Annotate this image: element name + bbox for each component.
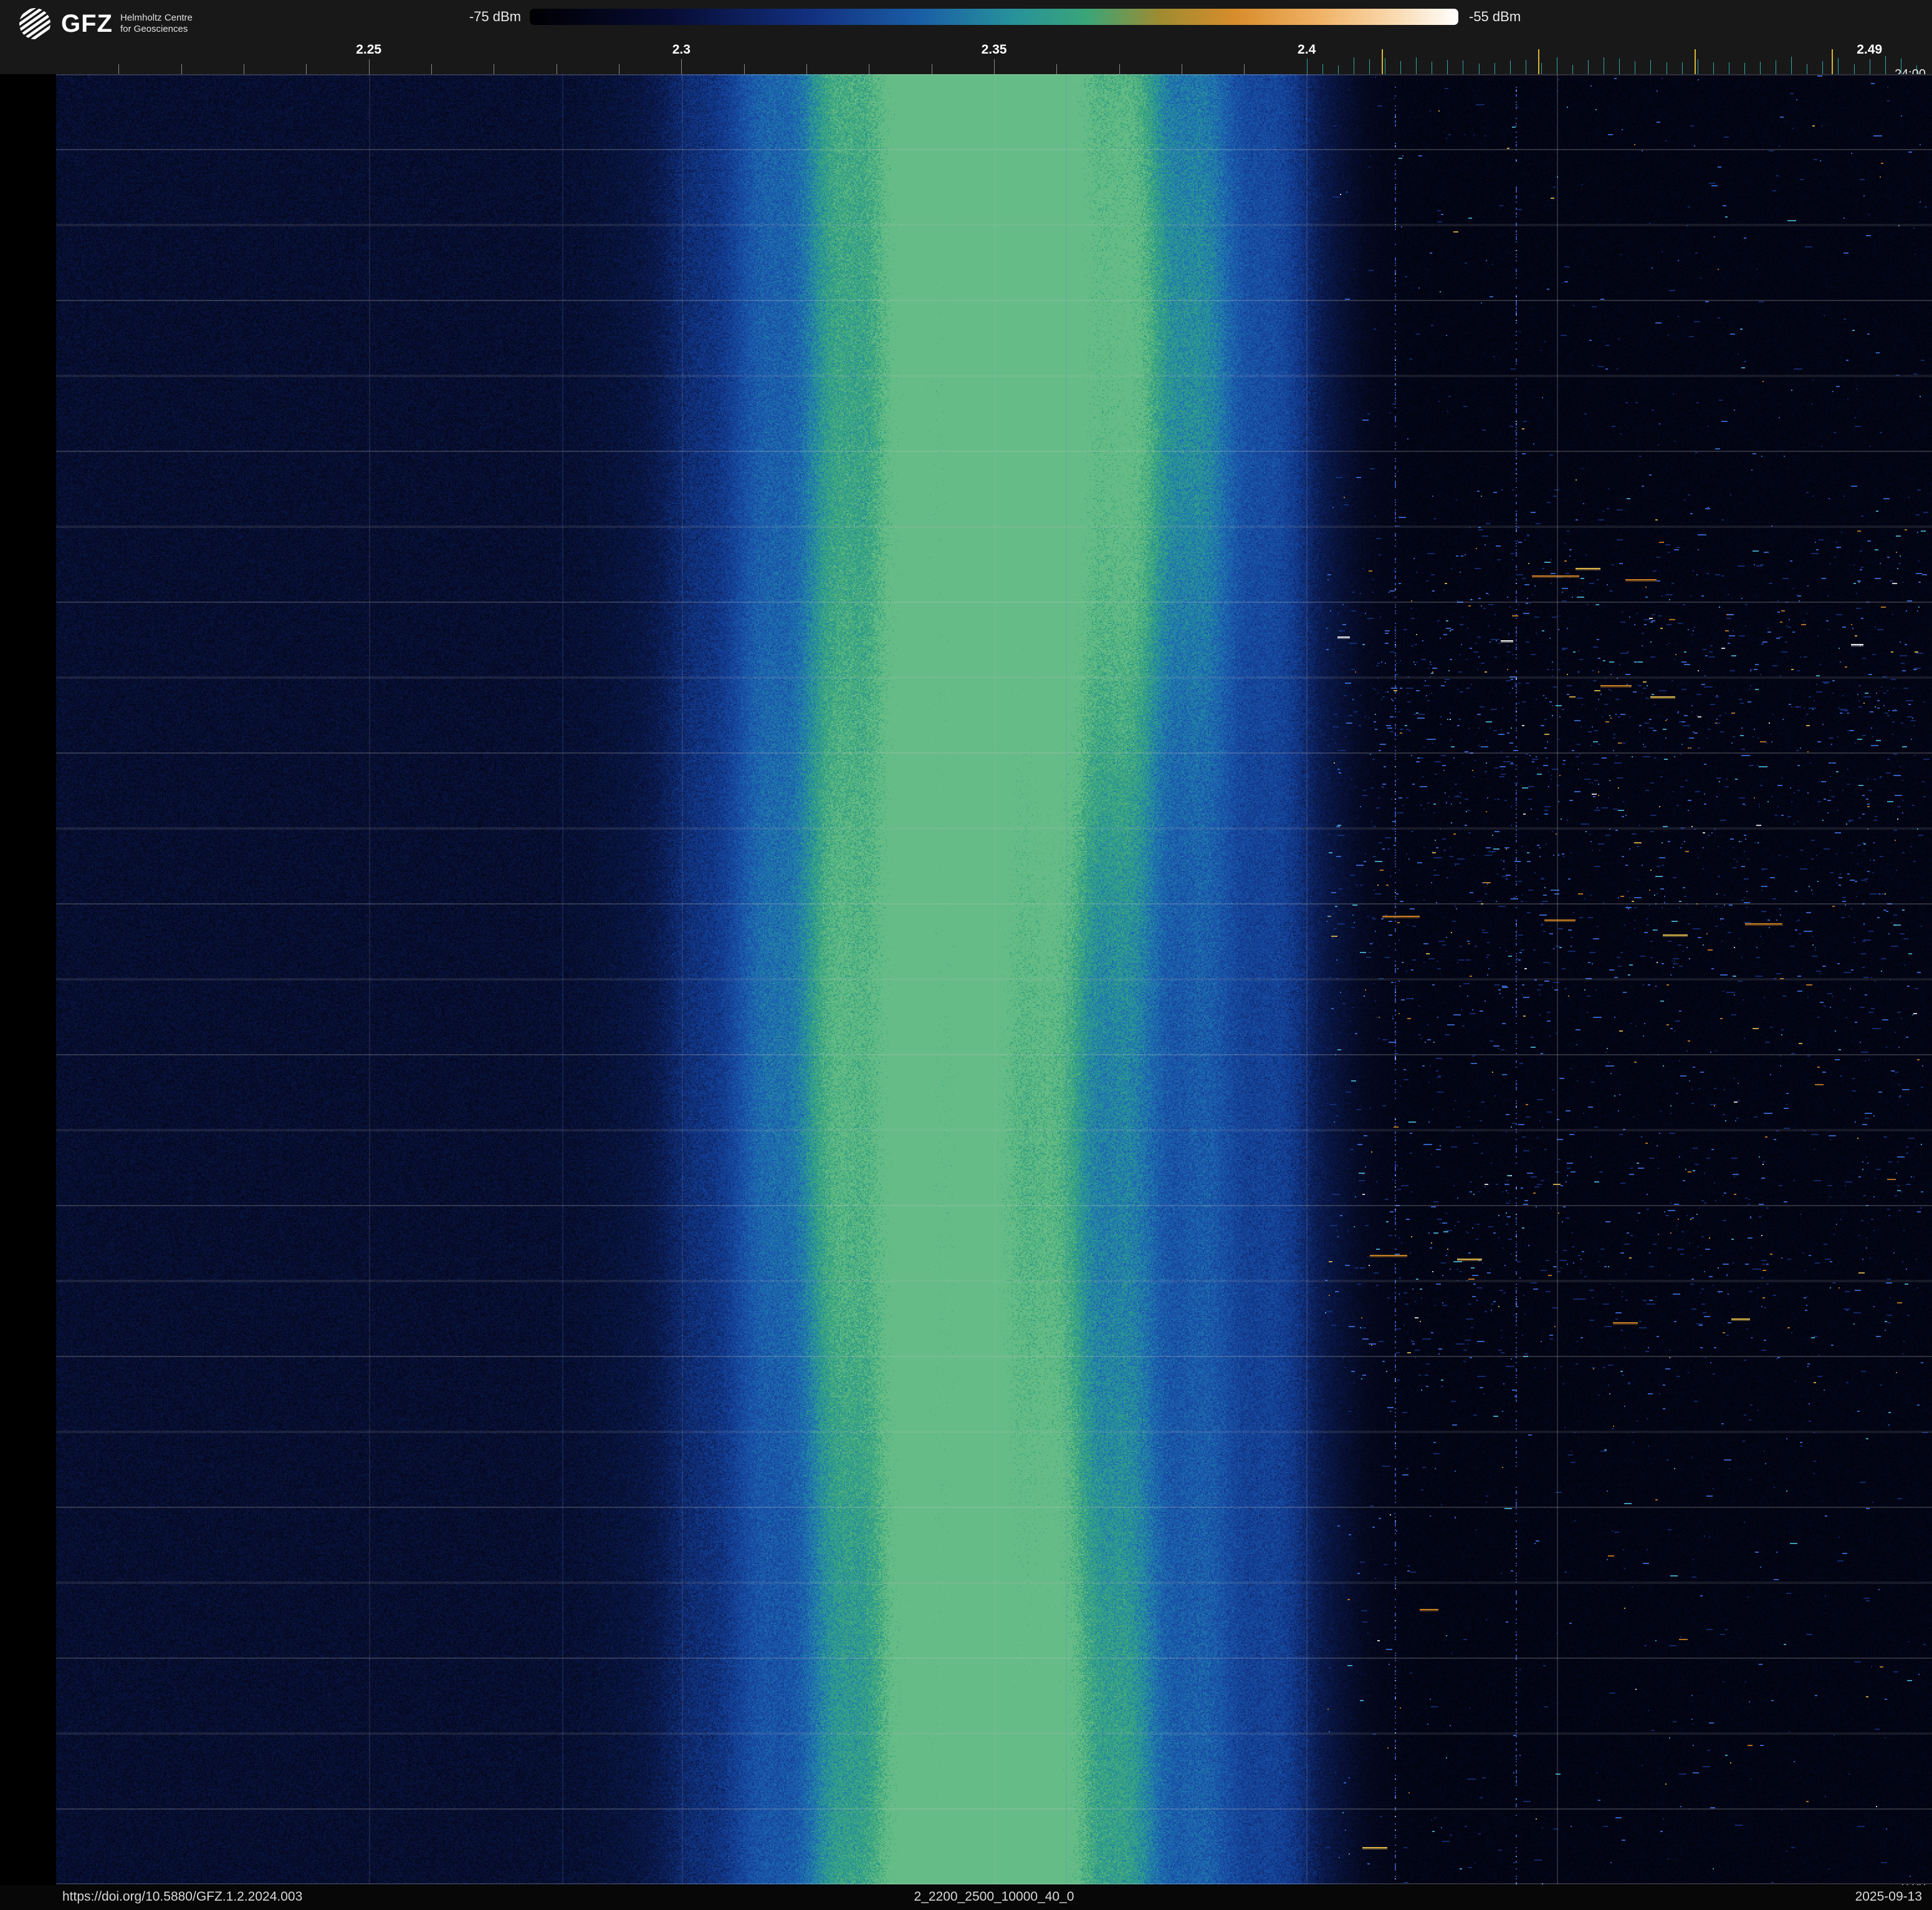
logo-subtitle-line2: for Geosciences [120,24,188,34]
wifi-channel-marker-tick [1538,49,1539,74]
wifi-channel-tick [1494,63,1495,74]
wifi-channel-tick [1760,62,1761,74]
wifi-channel-tick [1713,62,1714,74]
minor-tick [1056,64,1057,74]
freq-tick-label: 2.3 [672,42,691,57]
colorbar-gradient [530,9,1458,25]
freq-tick-label: 2.49 [1857,42,1883,57]
wifi-channel-tick [1588,60,1589,74]
minor-tick [431,64,432,74]
wifi-channel-tick [1369,59,1370,74]
wifi-channel-tick [1322,64,1323,74]
wifi-channel-tick [1682,62,1683,74]
wifi-channel-tick [1744,63,1745,74]
minor-tick [744,64,745,74]
minor-tick [1119,64,1120,74]
wifi-channel-tick [1650,60,1651,74]
freq-tick-label: 2.4 [1298,42,1316,57]
gfz-logo-icon [17,6,52,41]
wifi-channel-marker-tick [1382,49,1383,74]
doi-link[interactable]: https://doi.org/10.5880/GFZ.1.2.2024.003 [62,1885,302,1910]
wifi-channel-marker-tick [1695,49,1696,74]
colorbar-min-label: -75 dBm [469,9,521,24]
wifi-channel-tick [1541,63,1542,74]
wifi-channel-tick [1619,59,1620,74]
wifi-channel-marker-tick [1832,49,1833,74]
freq-tick-label: 2.25 [356,42,382,57]
spectrogram-canvas [56,74,1932,1884]
minor-tick [369,59,370,74]
wifi-channel-tick [1416,57,1417,74]
spectrogram-page: GFZ Helmholtz Centre for Geosciences -75… [0,0,1932,1910]
wifi-channel-tick [1400,61,1401,74]
minor-tick [806,64,807,74]
dataset-filename: 2_2200_2500_10000_40_0 [914,1889,1074,1904]
top-header-bar: GFZ Helmholtz Centre for Geosciences -75… [0,0,1932,74]
wifi-channel-tick [1479,64,1480,74]
wifi-channel-tick [1822,61,1823,74]
minor-tick [181,64,182,74]
minor-tick [994,59,995,74]
logo-subtitle: Helmholtz Centre for Geosciences [120,12,193,35]
freq-tick-label: 2.35 [981,42,1007,57]
logo-wordmark: GFZ [61,9,113,37]
gfz-logo: GFZ Helmholtz Centre for Geosciences [17,6,193,41]
footer-date: 2025-09-13 [1855,1889,1922,1904]
wifi-channel-tick [1854,64,1855,74]
minor-tick [118,64,119,74]
colorbar-max-label: -55 dBm [1469,9,1521,24]
wifi-channel-tick [1510,60,1511,74]
minor-tick [306,64,307,74]
minor-tick [681,59,682,74]
wifi-channel-tick [1838,58,1839,74]
minor-tick [1244,64,1245,74]
wifi-channel-tick [1572,65,1573,74]
wifi-channel-tick [1338,65,1339,74]
wifi-channel-tick [1447,60,1448,74]
logo-subtitle-line1: Helmholtz Centre [120,12,193,23]
footer-bar: https://doi.org/10.5880/GFZ.1.2.2024.003… [0,1885,1932,1910]
wifi-channel-tick [1307,59,1308,74]
wifi-channel-tick [1791,57,1792,74]
